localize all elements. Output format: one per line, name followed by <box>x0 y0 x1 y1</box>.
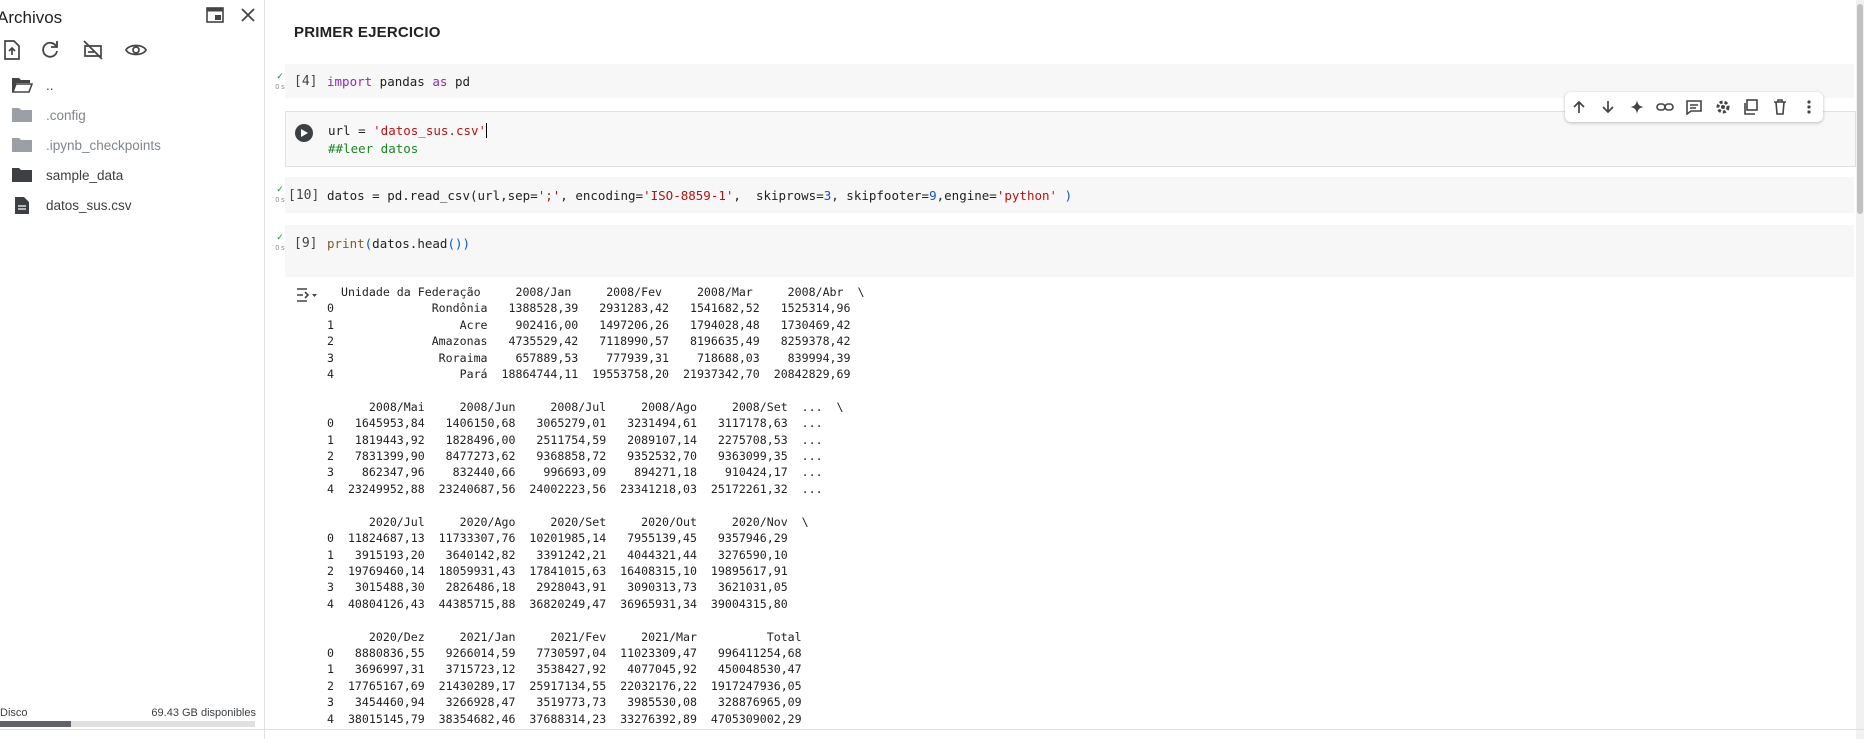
new-window-icon[interactable] <box>204 4 226 26</box>
delete-icon[interactable] <box>1769 96 1791 118</box>
file-item-label: .config <box>46 107 86 123</box>
file-item-label: .ipynb_checkpoints <box>46 137 161 153</box>
file-item-parent[interactable]: .. <box>10 72 54 98</box>
output-actions-icon[interactable] <box>295 286 319 304</box>
panel-title: Archivos <box>0 8 63 27</box>
code-line[interactable]: ##leer datos <box>328 141 418 156</box>
refresh-icon[interactable] <box>38 38 62 62</box>
close-icon[interactable] <box>237 4 259 26</box>
file-item-datos-sus[interactable]: datos_sus.csv <box>10 192 132 218</box>
comment-icon[interactable] <box>1683 96 1705 118</box>
disk-usage-fill <box>0 721 72 727</box>
notebook-area: PRIMER EJERCICIO ✓ 0 s [4] import pandas … <box>265 0 1864 739</box>
cell-status: ✓ 0 s <box>273 233 287 253</box>
output-text: Unidade da Federação 2008/Jan 2008/Fev 2… <box>327 285 865 726</box>
cell-exec-time: 0 s <box>275 245 285 252</box>
scrollbar[interactable] <box>1856 0 1864 739</box>
sparkle-icon[interactable] <box>1626 96 1648 118</box>
disk-usage-bar <box>0 721 255 727</box>
unmount-drive-icon[interactable] <box>81 38 105 62</box>
move-up-icon[interactable] <box>1568 96 1590 118</box>
status-divider <box>0 729 1864 730</box>
file-item-checkpoints[interactable]: .ipynb_checkpoints <box>10 132 161 158</box>
file-item-config[interactable]: .config <box>10 102 86 128</box>
folder-icon <box>10 105 34 125</box>
code-line[interactable]: url = 'datos_sus.csv' <box>328 123 488 138</box>
disk-label: Disco <box>0 707 28 719</box>
cell-exec-time: 0 s <box>275 197 285 204</box>
scrollbar-thumb[interactable] <box>1857 4 1863 214</box>
play-icon <box>301 129 308 137</box>
move-down-icon[interactable] <box>1597 96 1619 118</box>
cell-toolbar <box>1565 92 1823 122</box>
code-cell-read-csv[interactable]: ✓ 0 s [10] datos = pd.read_csv(url,sep=';… <box>275 177 1854 213</box>
gear-icon[interactable] <box>1712 96 1734 118</box>
file-icon <box>10 195 34 215</box>
upload-file-icon[interactable] <box>0 38 24 62</box>
execution-count: [9] <box>294 236 318 251</box>
code-cell-print[interactable]: ✓ 0 s [9] print(datos.head()) <box>275 225 1854 277</box>
run-cell-button[interactable] <box>295 124 313 142</box>
execution-count: [4] <box>294 74 318 89</box>
folder-open-icon <box>10 75 34 95</box>
code-line[interactable]: print(datos.head()) <box>327 236 470 251</box>
execution-count: [10] <box>288 188 320 203</box>
folder-icon <box>10 165 34 185</box>
cell-status: ✓ 0 s <box>273 185 287 205</box>
file-browser-panel: Archivos .. .config .ipynb_checkpoints s… <box>0 0 265 739</box>
disk-free-text: 69.43 GB disponibles <box>151 707 256 719</box>
show-hidden-files-icon[interactable] <box>124 38 148 62</box>
check-icon: ✓ <box>276 71 284 81</box>
mirror-cell-icon[interactable] <box>1740 96 1762 118</box>
check-icon: ✓ <box>276 232 284 242</box>
section-heading: PRIMER EJERCICIO <box>294 24 441 41</box>
cell-exec-time: 0 s <box>275 84 285 91</box>
cell-output: Unidade da Federação 2008/Jan 2008/Fev 2… <box>285 278 1854 739</box>
link-icon[interactable] <box>1654 96 1676 118</box>
folder-icon <box>10 135 34 155</box>
file-item-sample-data[interactable]: sample_data <box>10 162 123 188</box>
code-line[interactable]: datos = pd.read_csv(url,sep=';', encodin… <box>327 188 1072 203</box>
file-item-label: datos_sus.csv <box>46 197 132 213</box>
check-icon: ✓ <box>276 184 284 194</box>
code-line[interactable]: import pandas as pd <box>327 74 470 89</box>
file-item-label: .. <box>46 77 54 93</box>
more-options-icon[interactable] <box>1798 96 1820 118</box>
file-item-label: sample_data <box>46 167 124 183</box>
cell-status: ✓ 0 s <box>273 72 287 92</box>
